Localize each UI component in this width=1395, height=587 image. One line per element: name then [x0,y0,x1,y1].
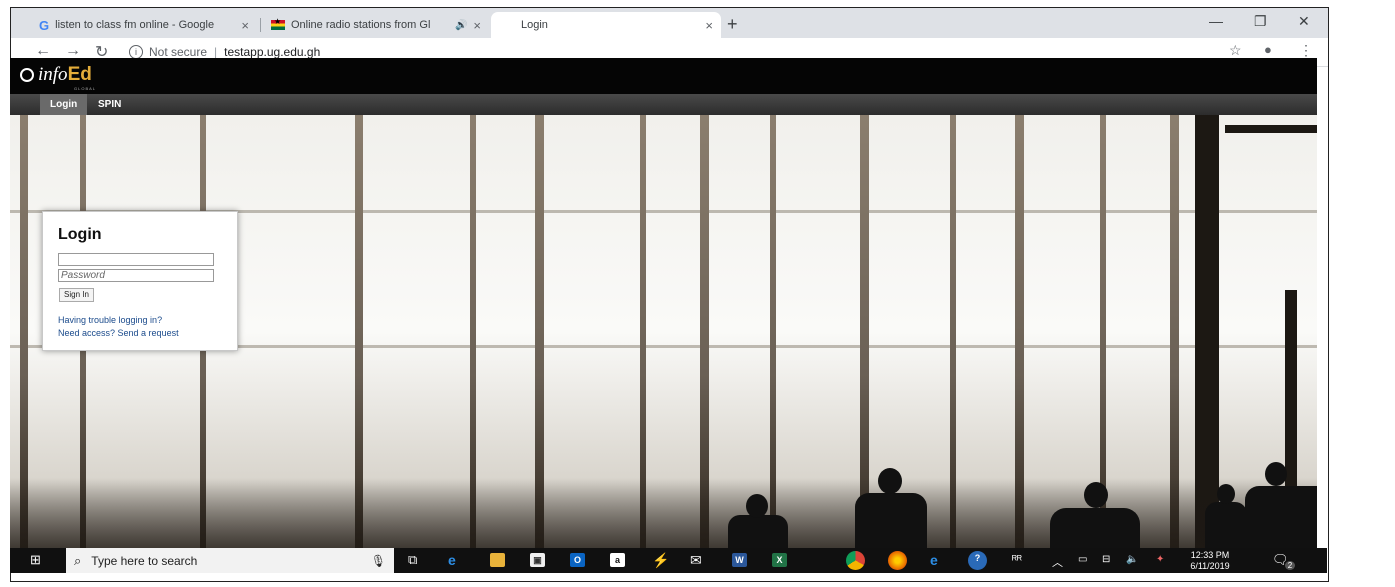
request-access-link[interactable]: Need access? Send a request [58,328,179,338]
microphone-icon[interactable]: 🎙 [371,554,386,568]
mail-icon[interactable]: ✉ [690,552,702,569]
site-nav: Login SPIN [10,94,1317,115]
network-icon[interactable]: ⊟ [1102,554,1110,565]
menu-kebab-icon[interactable]: ⋮ [1299,42,1313,59]
people-icon[interactable]: ᴿᴿ [1012,554,1022,566]
password-input[interactable] [58,269,214,282]
help-icon[interactable]: ? [968,551,987,570]
security-label: Not secure [149,45,208,59]
google-icon: G [39,17,50,33]
bookmark-star-icon[interactable]: ☆ [1229,42,1242,59]
edge-icon[interactable]: e [448,552,456,568]
nav-login[interactable]: Login [40,94,88,115]
address-separator: | [214,45,218,59]
store-icon[interactable]: ▣ [530,553,545,567]
structural-beam [1225,125,1317,133]
silhouette-head [746,494,768,518]
silhouette-head [1217,484,1235,504]
silhouette-person [855,493,927,548]
search-icon: ⌕ [74,552,82,568]
tab-online-radio[interactable]: Online radio stations from Gl 🔊 × [263,12,489,38]
sign-in-button[interactable]: Sign In [59,288,94,302]
restore-icon[interactable]: ❐ [1254,13,1267,30]
username-input[interactable] [58,253,214,266]
new-tab-button[interactable]: + [727,14,738,35]
nav-spin[interactable]: SPIN [88,94,131,115]
power-automate-icon[interactable]: ⚡ [652,552,669,569]
profile-avatar-icon[interactable]: ● [1264,42,1272,57]
internet-explorer-icon[interactable]: e [930,552,938,568]
language-icon[interactable]: ✦ [1156,554,1164,565]
login-title: Login [58,226,102,243]
notification-badge: 2 [1285,561,1295,570]
infoed-logo[interactable]: info Ed GLOBAL [20,64,95,91]
silhouette-head [1084,482,1108,508]
clock-date[interactable]: 6/11/2019 [1182,561,1238,571]
ghana-flag-icon [271,17,285,30]
silhouette-head [878,468,902,494]
volume-icon[interactable]: 🔈 [1126,554,1138,565]
silhouette-person [1205,502,1247,548]
close-icon[interactable]: × [241,18,249,33]
close-icon[interactable]: × [705,18,713,33]
tab-separator [260,18,261,32]
silhouette-person [1050,508,1140,548]
speaker-icon[interactable]: 🔊 [455,20,467,31]
battery-icon[interactable]: ▭ [1078,554,1087,565]
close-window-icon[interactable]: ✕ [1298,13,1310,30]
info-icon[interactable]: i [129,45,143,59]
tab-google-search[interactable]: G listen to class fm online - Google × [31,12,257,38]
clock-time[interactable]: 12:33 PM [1182,550,1238,560]
task-view-icon[interactable]: ⧉ [408,552,417,568]
minimize-icon[interactable]: — [1209,13,1223,29]
silhouette-head [1265,462,1287,486]
outlook-icon[interactable]: O [570,553,585,567]
excel-icon[interactable]: X [772,553,787,567]
browser-tab-strip: G listen to class fm online - Google × O… [11,8,1328,38]
chrome-icon[interactable] [846,551,865,570]
windows-start-icon[interactable]: ⊞ [30,552,41,568]
logo-mark-icon [20,68,34,82]
close-icon[interactable]: × [473,18,481,33]
site-header: info Ed GLOBAL [10,58,1317,94]
windows-taskbar: ⊞ ⌕ Type here to search 🎙 ⧉ e ▣ O a ⚡ ✉ … [10,548,1327,573]
amazon-icon[interactable]: a [610,553,625,567]
trouble-logging-in-link[interactable]: Having trouble logging in? [58,315,162,325]
silhouette-person [728,515,788,548]
word-icon[interactable]: W [732,553,747,567]
file-explorer-icon[interactable] [490,553,505,567]
login-panel: Login Sign In Having trouble logging in?… [42,211,238,351]
firefox-icon[interactable] [888,551,907,570]
silhouette-person [1245,486,1317,548]
url-text[interactable]: testapp.ug.edu.gh [224,45,320,59]
taskbar-search-placeholder: Type here to search [91,553,198,568]
tab-login[interactable]: Login × [491,12,721,38]
chevron-up-icon[interactable]: ︿ [1052,554,1063,570]
taskbar-search[interactable]: ⌕ Type here to search 🎙 [66,548,394,573]
